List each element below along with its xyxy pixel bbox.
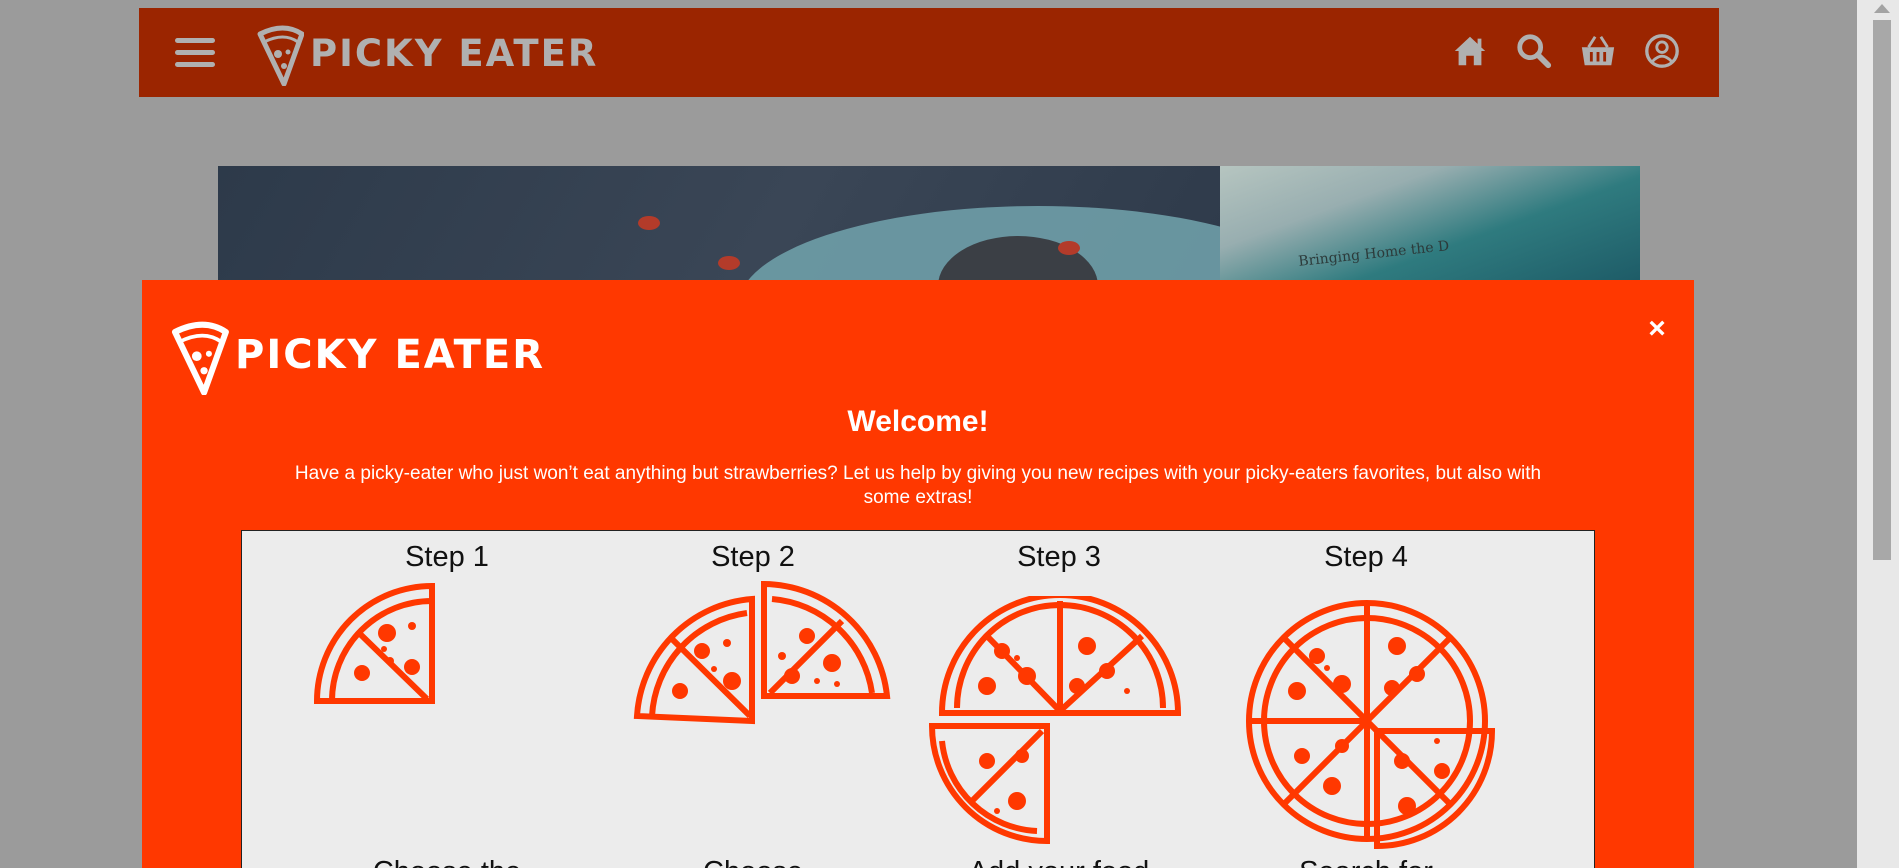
pizza-half-and-slice-icon [928,596,1182,845]
hero-petal [638,216,660,230]
scrollbar-thumb[interactable] [1873,20,1891,560]
step-1-title: Step 1 [405,541,489,573]
step-3-title: Step 3 [1017,541,1101,573]
pizza-full-icon [1246,600,1496,850]
modal-brand-name: PICKY EATER [235,332,546,378]
nav-icon-group [1451,32,1681,70]
account-icon[interactable] [1643,32,1681,70]
step-1-caption: Choose the [327,856,567,868]
step-3-caption: Add your food [939,856,1179,868]
pizza-slice-logo-icon [257,25,304,86]
pizza-slice-logo-icon [171,321,229,395]
step-2-caption: Choose [633,856,873,868]
pizza-two-slices-icon [633,581,891,725]
step-4-caption: Search for [1246,856,1486,868]
modal-logo: PICKY EATER [167,310,545,400]
search-icon[interactable] [1515,32,1553,70]
hero-image: Bringing Home the D [218,166,1640,286]
basket-icon[interactable] [1579,32,1617,70]
pizza-slice-icon [313,582,435,704]
hero-petal [1058,241,1080,255]
brand-name: PICKY EATER [310,31,599,75]
modal-intro-text: Have a picky-eater who just won’t eat an… [294,463,1542,508]
page-scrollbar[interactable] [1857,0,1899,868]
scroll-up-arrow-icon[interactable] [1874,4,1890,13]
top-navbar: PICKY EATER [139,8,1719,97]
close-modal-button[interactable]: × [1644,314,1670,344]
step-2-title: Step 2 [711,541,795,573]
nav-logo[interactable]: PICKY EATER [254,18,598,88]
hero-petal [718,256,740,270]
home-icon[interactable] [1451,32,1489,70]
welcome-modal: PICKY EATER × Welcome! Have a picky-eate… [142,280,1694,868]
steps-panel: Step 1 Step 2 Step 3 Step 4 [241,530,1595,868]
step-4-title: Step 4 [1324,541,1408,573]
menu-icon[interactable] [175,38,215,68]
modal-title: Welcome! [847,405,989,438]
hero-books [1220,166,1640,286]
